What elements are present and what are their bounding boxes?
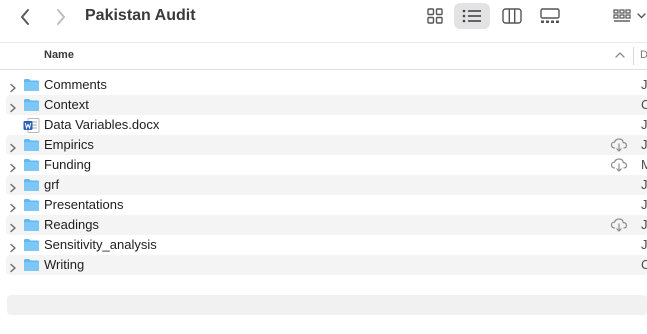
file-name: Data Variables.docx [44, 117, 160, 132]
toolbar: Pakistan Audit [0, 0, 647, 40]
chevron-right-icon [57, 9, 65, 25]
sort-chevron-up-icon[interactable] [614, 50, 626, 60]
file-name: Context [44, 97, 89, 112]
date-modified: C [641, 257, 647, 272]
back-button[interactable] [14, 6, 36, 28]
file-name: Comments [44, 77, 107, 92]
file-row[interactable]: Comments J [6, 75, 647, 95]
window-title: Pakistan Audit [85, 7, 196, 24]
column-header-row: Name D [0, 42, 647, 70]
date-modified: C [641, 97, 647, 112]
file-list: Comments J Context C Data Variables.docx J Emp… [6, 75, 647, 275]
date-modified: J [641, 217, 647, 232]
path-bar [7, 295, 647, 315]
columns-icon [502, 8, 522, 24]
date-modified: M [641, 157, 647, 172]
date-modified: J [641, 77, 647, 92]
file-row[interactable]: Writing C [6, 255, 647, 275]
date-modified: J [641, 197, 647, 212]
gallery-icon [540, 8, 560, 23]
file-row[interactable]: Data Variables.docx J [6, 115, 647, 135]
icon-view-button[interactable] [417, 3, 453, 29]
file-row[interactable]: Sensitivity_analysis J [6, 235, 647, 255]
file-name: Readings [44, 217, 99, 232]
file-row[interactable]: grf J [6, 175, 647, 195]
column-view-button[interactable] [494, 3, 530, 29]
forward-button[interactable] [50, 6, 72, 28]
file-name: grf [44, 177, 60, 192]
file-row[interactable]: Readings J [6, 215, 647, 235]
gallery-view-button[interactable] [532, 3, 568, 29]
file-name: Presentations [44, 197, 124, 212]
chevron-left-icon [21, 9, 29, 25]
disclosure-chevron-icon[interactable] [9, 260, 17, 278]
file-row[interactable]: Empirics J [6, 135, 647, 155]
grid-icon [427, 8, 443, 24]
date-column-header[interactable]: D [640, 49, 647, 61]
file-name: Funding [44, 157, 91, 172]
name-column-header[interactable]: Name [44, 49, 74, 61]
folder-icon [23, 258, 40, 277]
file-row[interactable]: Context C [6, 95, 647, 115]
file-name: Writing [44, 257, 85, 272]
column-divider[interactable] [633, 47, 634, 65]
date-modified: J [641, 137, 647, 152]
file-name: Empirics [44, 137, 94, 152]
date-modified: J [641, 117, 647, 132]
group-icon [612, 9, 646, 22]
list-view-button[interactable] [454, 3, 490, 29]
file-row[interactable]: Presentations J [6, 195, 647, 215]
file-row[interactable]: Funding M [6, 155, 647, 175]
date-modified: J [641, 177, 647, 192]
group-button[interactable] [610, 3, 647, 29]
list-icon [462, 9, 481, 23]
file-name: Sensitivity_analysis [44, 237, 157, 252]
date-modified: J [641, 237, 647, 252]
